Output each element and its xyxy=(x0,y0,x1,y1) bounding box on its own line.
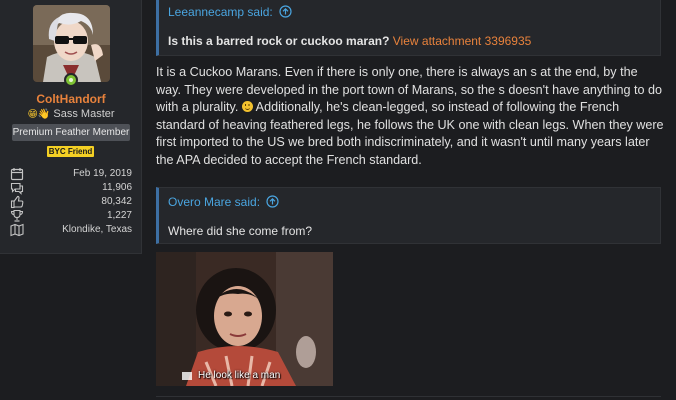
stat-points: 1,227 xyxy=(10,209,132,223)
calendar-icon xyxy=(10,168,24,181)
stat-messages-value: 11,906 xyxy=(102,182,132,193)
thumbs-up-icon xyxy=(10,195,24,209)
arrow-up-circle-icon[interactable] xyxy=(266,195,279,208)
stat-reactions-value: 80,342 xyxy=(101,196,132,207)
quote-block-leeannecamp: Leeannecamp said: Is this a barred rock … xyxy=(156,0,661,56)
quote-block-overo-mare: Overo Mare said: Where did she come from… xyxy=(156,187,661,244)
user-title-text: Sass Master xyxy=(53,108,115,120)
quote-text: Is this a barred rock or cuckoo maran? V… xyxy=(168,34,531,48)
reaction-gif[interactable]: He look like a man xyxy=(156,252,333,386)
gif-caption: He look like a man xyxy=(198,370,281,381)
user-title: 😁👋 Sass Master xyxy=(0,108,142,120)
user-info-panel: ColtHandorf 😁👋 Sass Master Premium Feath… xyxy=(0,0,142,254)
stat-reactions: 80,342 xyxy=(10,195,132,209)
username[interactable]: ColtHandorf xyxy=(0,92,142,106)
stat-joined-value: Feb 19, 2019 xyxy=(73,168,132,179)
view-attachment-link[interactable]: View attachment 3396935 xyxy=(393,34,532,48)
stat-messages: 11,906 xyxy=(10,181,132,195)
quote-author[interactable]: Overo Mare said: xyxy=(168,195,260,209)
stat-location: Klondike, Texas xyxy=(10,223,132,237)
messages-icon xyxy=(10,182,24,195)
map-icon xyxy=(10,223,24,237)
arrow-up-circle-icon[interactable] xyxy=(279,5,292,18)
trophy-icon xyxy=(10,209,24,222)
quote-author-link[interactable]: Overo Mare said: xyxy=(168,195,279,209)
online-status-icon xyxy=(64,73,78,87)
premium-member-badge: Premium Feather Member xyxy=(12,124,130,141)
smile-emoji-icon xyxy=(241,101,253,113)
avatar[interactable] xyxy=(33,5,110,82)
stat-location-value: Klondike, Texas xyxy=(62,224,132,235)
post-footer-divider xyxy=(156,396,661,397)
post-body-text: It is a Cuckoo Marans. Even if there is … xyxy=(156,64,666,170)
quote-question: Is this a barred rock or cuckoo maran? xyxy=(168,34,390,48)
quote-author[interactable]: Leeannecamp said: xyxy=(168,5,273,19)
stat-points-value: 1,227 xyxy=(106,210,132,221)
stat-joined: Feb 19, 2019 xyxy=(10,167,132,181)
quote-text: Where did she come from? xyxy=(168,224,313,238)
byc-friend-badge: BYC Friend xyxy=(47,146,94,157)
quote-author-link[interactable]: Leeannecamp said: xyxy=(168,5,292,19)
user-title-emoji: 😁👋 xyxy=(27,109,51,120)
